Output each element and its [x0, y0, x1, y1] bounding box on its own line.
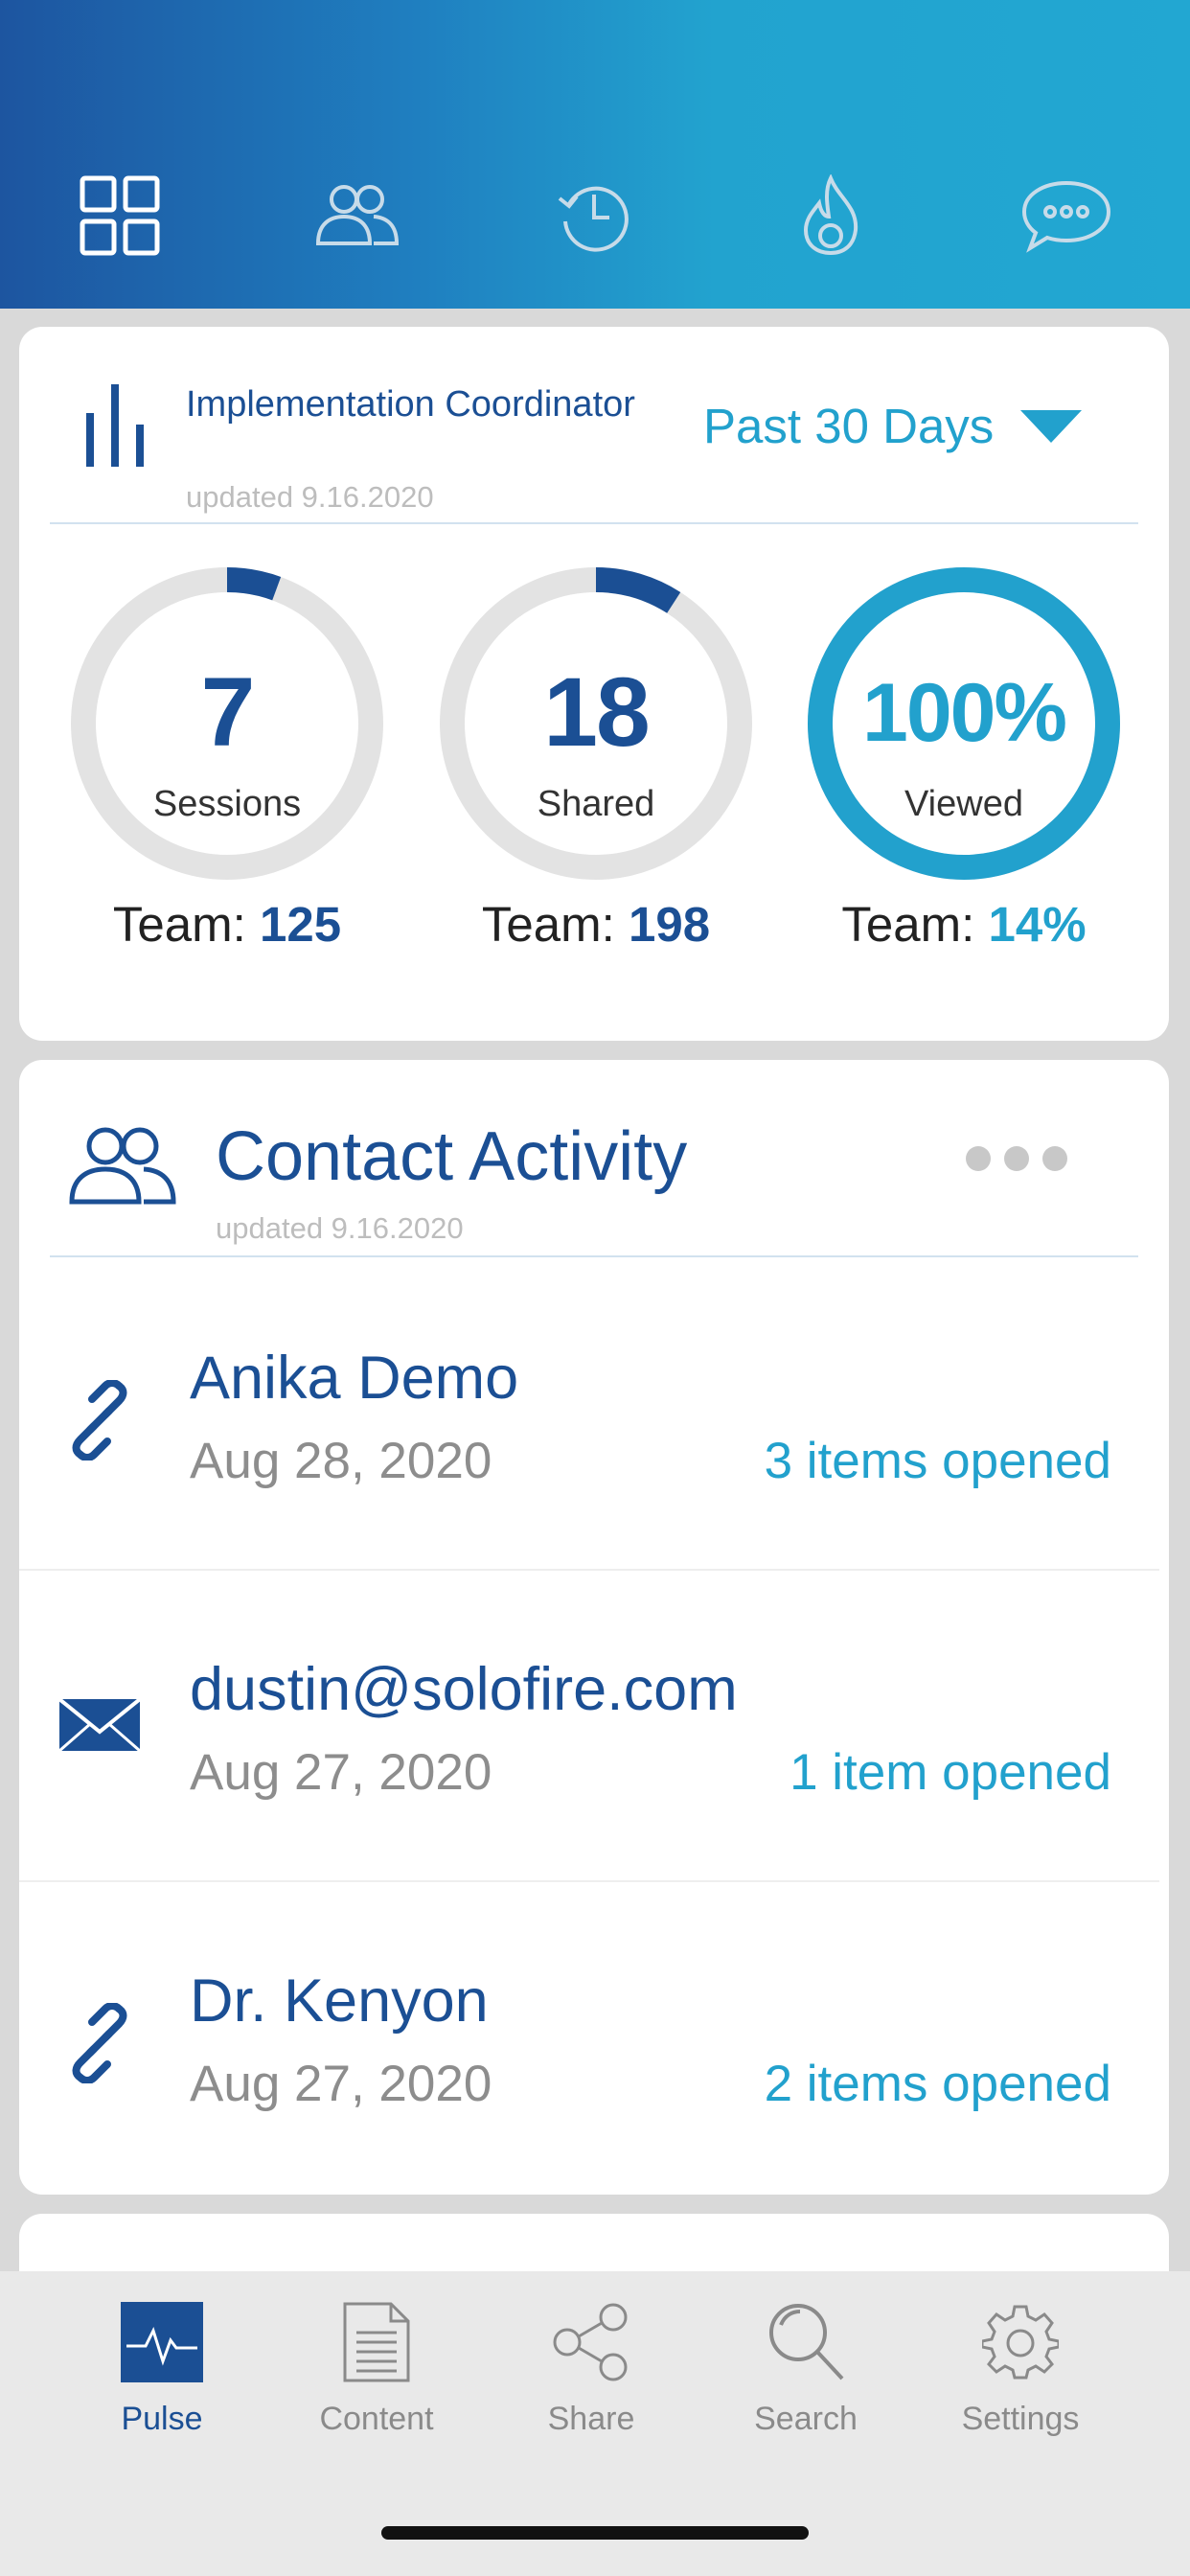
viewed-team-stat: Team: 14%: [806, 896, 1122, 953]
activity-date: Aug 27, 2020: [190, 1744, 492, 1801]
viewed-ring[interactable]: 100% Viewed: [806, 565, 1122, 882]
contact-activity-row[interactable]: dustin@solofire.com Aug 27, 2020 1 item …: [19, 1569, 1169, 1880]
link-icon: [59, 1379, 140, 1465]
team-label: Team:: [841, 897, 975, 952]
shared-value: 18: [543, 657, 650, 767]
sessions-ring[interactable]: 7 Sessions: [69, 565, 385, 882]
search-icon: [710, 2296, 902, 2387]
tab-label: Content: [319, 2401, 434, 2437]
activity-updated-date: updated 9.16.2020: [216, 1211, 464, 1245]
activity-date: Aug 27, 2020: [190, 2056, 492, 2112]
pulse-icon: [66, 2296, 258, 2387]
viewed-team-value: 14%: [988, 897, 1087, 952]
fire-icon[interactable]: [778, 163, 883, 268]
shared-team-stat: Team: 198: [438, 896, 754, 953]
sessions-value: 7: [200, 657, 256, 767]
tab-share[interactable]: Share: [495, 2296, 687, 2438]
contacts-icon[interactable]: [305, 163, 410, 268]
bar-chart-icon: [82, 384, 149, 472]
home-indicator: [381, 2526, 809, 2540]
more-options-icon[interactable]: [966, 1146, 1067, 1171]
contacts-icon: [67, 1125, 178, 1212]
gear-icon: [925, 2296, 1116, 2387]
viewed-value: 100%: [862, 667, 1067, 759]
shared-team-value: 198: [628, 897, 711, 952]
items-opened-count: 1 item opened: [790, 1744, 1111, 1801]
team-label: Team:: [481, 897, 615, 952]
chat-bubble-icon[interactable]: [1014, 163, 1119, 268]
link-icon: [59, 2002, 140, 2088]
tab-label: Share: [547, 2401, 635, 2437]
shared-ring[interactable]: 18 Shared: [438, 565, 754, 882]
tab-label: Search: [754, 2401, 858, 2437]
tab-search[interactable]: Search: [710, 2296, 902, 2438]
items-opened-count: 3 items opened: [764, 1433, 1111, 1489]
dashboard-grid-icon[interactable]: [67, 163, 172, 268]
shared-label: Shared: [537, 784, 655, 824]
items-opened-count: 2 items opened: [764, 2056, 1111, 2112]
performance-stats-card: Implementation Coordinator updated 9.16.…: [19, 327, 1169, 1041]
top-header: [0, 0, 1190, 309]
contact-activity-row[interactable]: Anika Demo Aug 28, 2020 3 items opened: [19, 1257, 1169, 1569]
history-icon[interactable]: [541, 163, 647, 268]
sessions-team-stat: Team: 125: [69, 896, 385, 953]
tab-content[interactable]: Content: [281, 2296, 472, 2438]
date-range-label: Past 30 Days: [703, 399, 995, 453]
tab-settings[interactable]: Settings: [925, 2296, 1116, 2438]
contact-activity-row[interactable]: Dr. Kenyon Aug 27, 2020 2 items opened: [19, 1880, 1169, 2192]
share-icon: [495, 2296, 687, 2387]
sessions-team-value: 125: [259, 897, 342, 952]
contact-name: Dr. Kenyon: [190, 1967, 489, 2035]
contact-name: Anika Demo: [190, 1345, 519, 1412]
date-range-dropdown[interactable]: Past 30 Days: [703, 398, 1083, 454]
activity-date: Aug 28, 2020: [190, 1433, 492, 1489]
document-icon: [281, 2296, 472, 2387]
dropdown-caret-icon: [1020, 398, 1083, 454]
viewed-label: Viewed: [904, 784, 1023, 824]
contact-name: dustin@solofire.com: [190, 1656, 738, 1723]
team-label: Team:: [112, 897, 246, 952]
stats-divider: [50, 522, 1138, 524]
tab-pulse[interactable]: Pulse: [66, 2296, 258, 2438]
stats-updated-date: updated 9.16.2020: [186, 480, 434, 514]
envelope-icon: [57, 1695, 142, 1758]
sessions-label: Sessions: [152, 784, 302, 824]
contact-activity-card: Contact Activity updated 9.16.2020 Anika…: [19, 1060, 1169, 2195]
role-title: Implementation Coordinator: [186, 384, 635, 425]
tab-label: Pulse: [121, 2401, 203, 2437]
section-title: Contact Activity: [216, 1118, 688, 1195]
tab-label: Settings: [961, 2401, 1080, 2437]
